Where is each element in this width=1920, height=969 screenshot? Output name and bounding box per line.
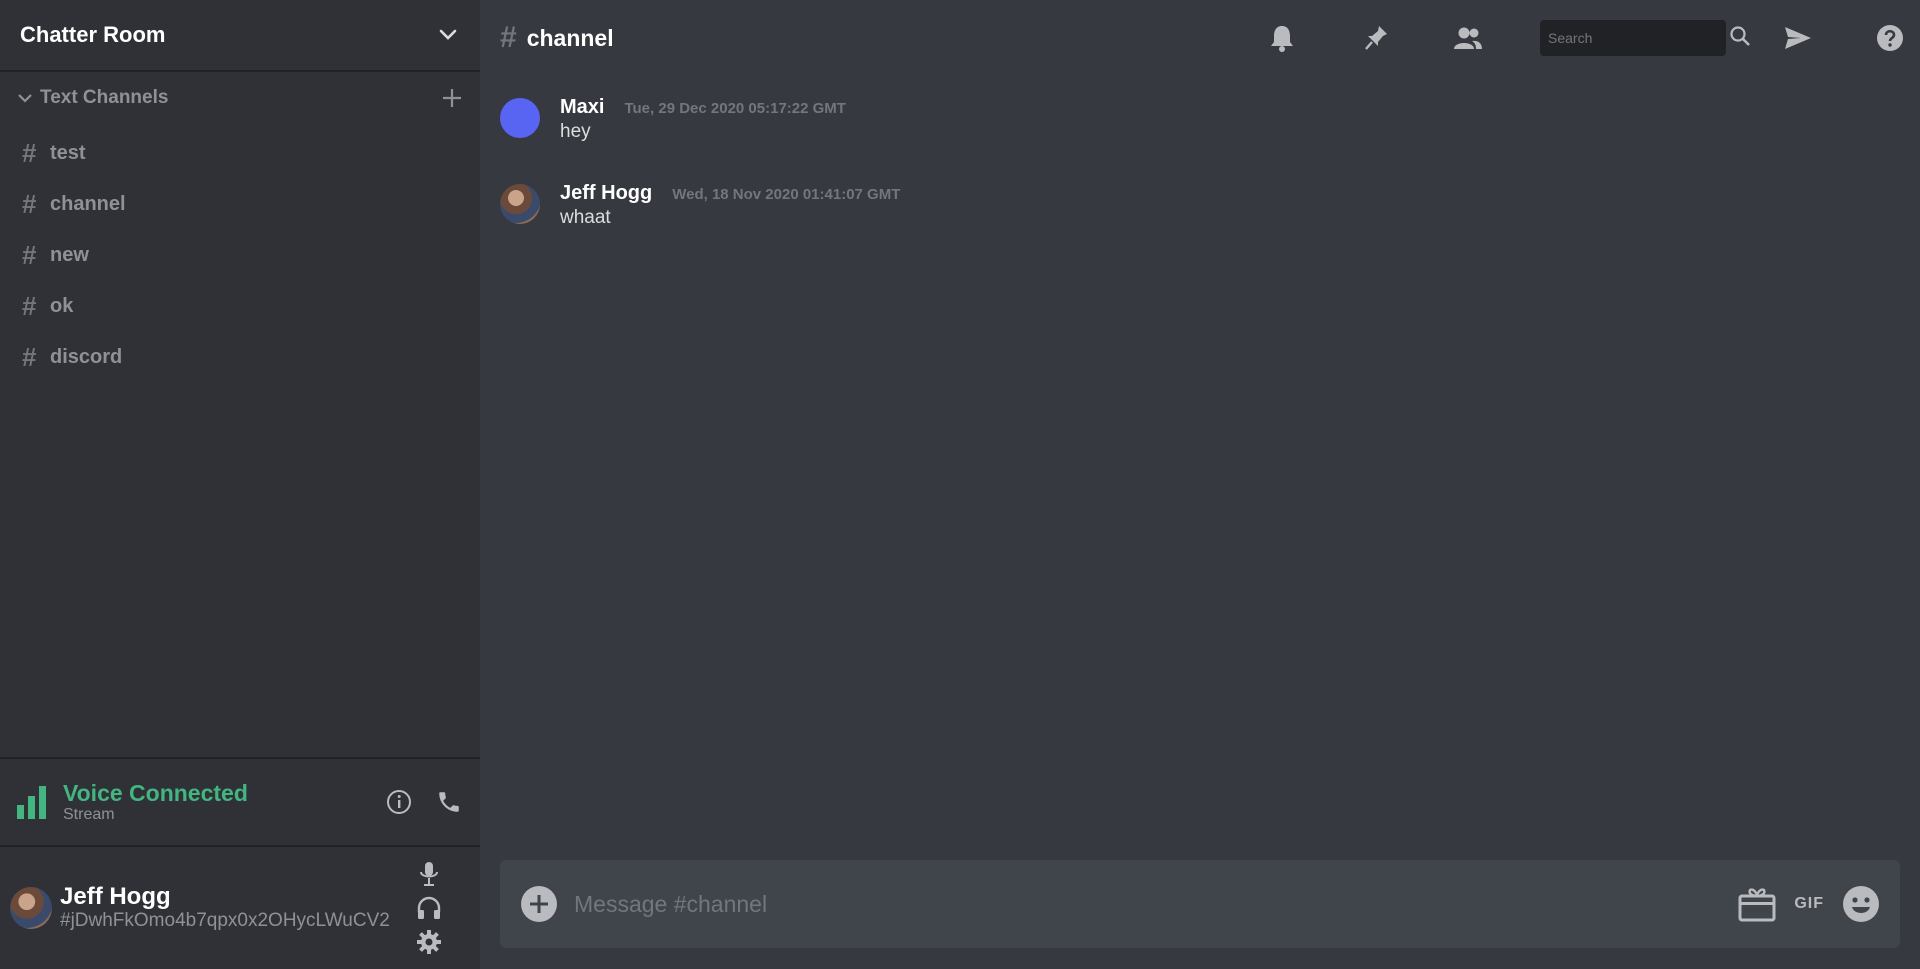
message-timestamp: Wed, 18 Nov 2020 01:41:07 GMT [672,186,901,203]
server-header[interactable]: Chatter Room [0,0,480,72]
category-text-channels[interactable]: Text Channels [0,82,480,114]
gif-button[interactable]: GIF [1794,884,1824,924]
channel-sidebar: Chatter Room Text Channels # test # chan… [0,0,480,969]
gear-icon[interactable] [414,925,444,959]
hash-icon: # [22,342,37,372]
hash-icon: # [22,291,37,321]
chevron-down-icon[interactable] [16,89,34,107]
user-panel: Jeff Hogg #jDwhFkOmo4b7qpx0x2OHycLWuCV2 [0,847,480,969]
message-timestamp: Tue, 29 Dec 2020 05:17:22 GMT [624,100,846,117]
message[interactable]: Maxi Tue, 29 Dec 2020 05:17:22 GMT hey [500,96,1900,182]
channel-label: channel [50,193,126,215]
pin-icon[interactable] [1360,22,1392,54]
search-icon[interactable] [1729,25,1751,52]
voice-status-text[interactable]: Voice Connected Stream [63,780,364,824]
hash-icon: # [22,240,37,270]
channel-label: test [50,142,86,164]
channel-label: new [50,244,89,266]
headphones-icon[interactable] [414,891,444,925]
message-input[interactable] [574,890,1721,918]
channel-label: discord [50,346,123,368]
emoji-icon[interactable] [1842,884,1880,924]
message-text: whaat [560,207,611,228]
avatar[interactable] [500,184,540,224]
channel-item-ok[interactable]: # ok [0,281,480,332]
message-body: Maxi Tue, 29 Dec 2020 05:17:22 GMT hey [560,96,846,182]
phone-icon[interactable] [434,787,464,817]
send-icon[interactable] [1782,22,1814,54]
channel-list: # test # channel # new # ok # discord [0,128,480,383]
hash-icon: # [22,138,37,168]
hash-icon: # [500,21,517,54]
bell-icon[interactable] [1266,22,1298,54]
message-header: Jeff Hogg Wed, 18 Nov 2020 01:41:07 GMT [560,182,900,205]
message-author[interactable]: Maxi [560,96,604,119]
channel-label: ok [50,295,74,317]
message-header: Maxi Tue, 29 Dec 2020 05:17:22 GMT [560,96,846,119]
message-text: hey [560,121,591,142]
plus-icon[interactable] [440,86,464,110]
message-author[interactable]: Jeff Hogg [560,182,652,205]
members-icon[interactable] [1452,22,1484,54]
channel-item-channel[interactable]: # channel [0,179,480,230]
avatar[interactable] [10,887,52,929]
channel-header: # channel [480,0,1920,76]
avatar[interactable] [500,98,540,138]
channel-item-discord[interactable]: # discord [0,332,480,383]
message-list: Maxi Tue, 29 Dec 2020 05:17:22 GMT hey J… [500,96,1900,268]
voice-channel-name: Stream [63,806,115,823]
chat-area: # channel Maxi [480,0,1920,969]
channel-item-test[interactable]: # test [0,128,480,179]
message-body: Jeff Hogg Wed, 18 Nov 2020 01:41:07 GMT … [560,182,900,268]
gif-label: GIF [1794,895,1824,912]
message-composer: GIF [500,860,1900,948]
hash-icon: # [22,189,37,219]
category-label: Text Channels [40,87,169,108]
help-icon[interactable] [1874,22,1906,54]
info-icon[interactable] [384,787,414,817]
signal-bars-icon [16,785,48,819]
user-controls [412,857,446,959]
search-box[interactable] [1540,20,1750,56]
search-input[interactable] [1548,30,1729,46]
microphone-icon[interactable] [414,857,444,891]
message[interactable]: Jeff Hogg Wed, 18 Nov 2020 01:41:07 GMT … [500,182,1900,268]
chevron-down-icon[interactable] [436,23,460,47]
channel-title: channel [526,24,614,51]
plus-icon[interactable] [520,885,558,923]
server-name: Chatter Room [20,22,166,47]
channel-item-new[interactable]: # new [0,230,480,281]
gift-icon[interactable] [1738,884,1776,924]
voice-connection-panel: Voice Connected Stream [0,757,480,847]
voice-status: Voice Connected [63,780,248,806]
